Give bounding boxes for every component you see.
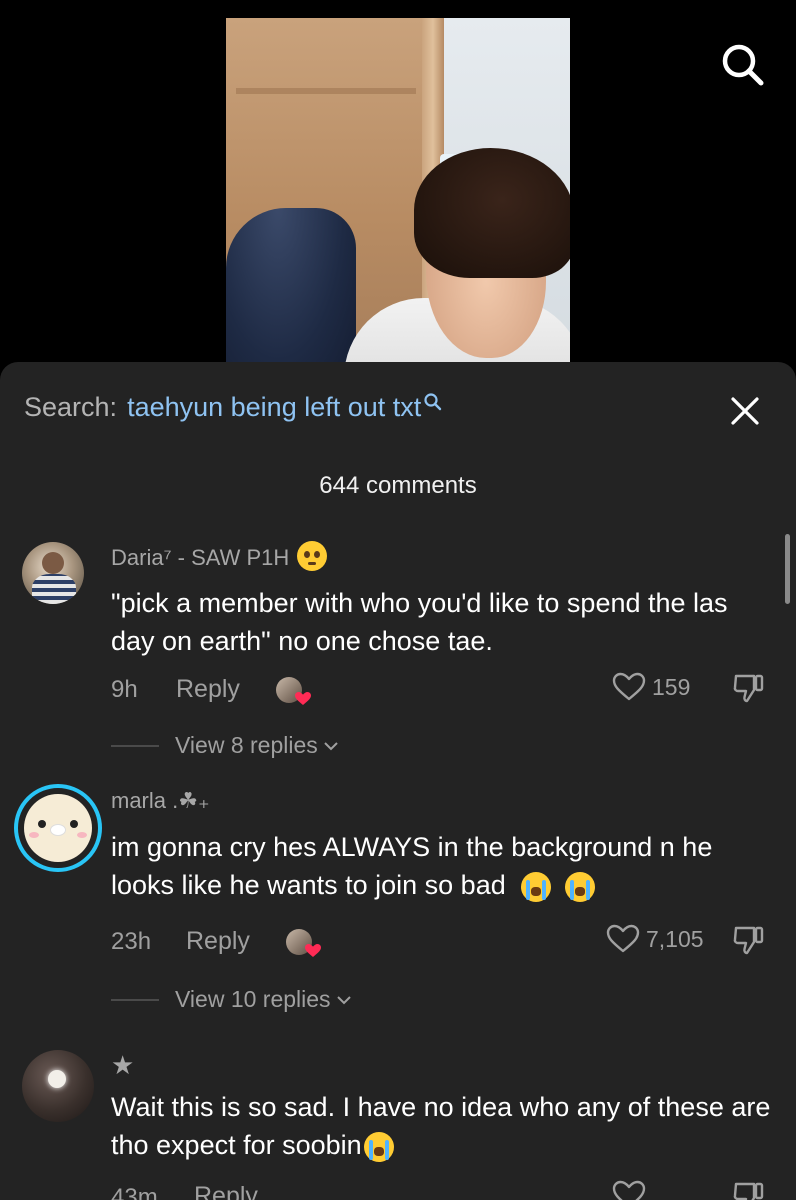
comment-text: im gonna cry hes ALWAYS in the backgroun… — [111, 828, 781, 904]
heart-outline-icon — [612, 672, 646, 701]
search-icon[interactable] — [718, 40, 766, 88]
heart-outline-icon — [606, 924, 640, 953]
view-replies-line — [111, 998, 159, 1001]
comment-time: 23h — [111, 928, 152, 955]
loudly-crying-face-emoji-icon — [564, 871, 595, 902]
loudly-crying-face-emoji-icon — [363, 1131, 394, 1162]
username-text: Daria⁷ - SAW P1H — [111, 544, 290, 570]
avatar[interactable] — [22, 542, 84, 604]
comment-text: Wait this is so sad. I have no idea who … — [111, 1088, 771, 1164]
thumbs-down-icon[interactable] — [732, 924, 766, 956]
avatar[interactable] — [22, 1050, 94, 1122]
avatar-story-ring[interactable] — [14, 784, 102, 872]
comment-time: 43m — [111, 1184, 158, 1200]
close-icon[interactable] — [728, 394, 762, 428]
scrollbar[interactable] — [785, 534, 790, 604]
view-replies-button[interactable]: View 10 replies — [111, 986, 351, 1013]
comments-count: 644 comments — [319, 472, 477, 499]
comments-sheet: Search: taehyun being left out txt 644 c… — [0, 362, 796, 1200]
video-area[interactable] — [0, 0, 796, 380]
pleading-face-emoji-icon — [297, 541, 328, 571]
thumbs-down-icon[interactable] — [732, 672, 766, 704]
video-person-hair — [414, 148, 570, 278]
comment-username[interactable]: ★ — [111, 1050, 134, 1081]
view-replies-button[interactable]: View 8 replies — [111, 732, 338, 759]
search-mini-icon — [424, 393, 442, 411]
thumbs-down-icon[interactable] — [732, 1180, 766, 1200]
heart-badge-icon — [305, 944, 321, 957]
view-replies-line — [111, 744, 159, 747]
chevron-down-icon — [324, 741, 338, 750]
search-label: Search: — [24, 392, 118, 422]
comment-text-content: im gonna cry hes ALWAYS in the backgroun… — [111, 832, 713, 900]
search-suggestion[interactable]: Search: taehyun being left out txt — [24, 392, 443, 432]
reply-button[interactable]: Reply — [194, 1182, 258, 1200]
comment-text-content: Wait this is so sad. I have no idea who … — [111, 1092, 771, 1160]
view-replies-text: View 10 replies — [175, 986, 331, 1012]
heart-outline-icon[interactable] — [612, 1180, 646, 1200]
comment-time: 9h — [111, 676, 138, 703]
comment-text: "pick a member with who you'd like to sp… — [111, 588, 728, 656]
video-board-line — [236, 88, 416, 94]
search-query-link[interactable]: taehyun being left out txt — [127, 392, 421, 423]
view-replies-text: View 8 replies — [175, 732, 318, 758]
comment-username[interactable]: marla .☘︎₊ — [111, 788, 210, 814]
chevron-down-icon — [336, 995, 351, 1004]
loudly-crying-face-emoji-icon — [521, 871, 552, 902]
reply-button[interactable]: Reply — [186, 927, 250, 956]
video-thumbnail[interactable] — [226, 18, 570, 380]
like-count: 159 — [652, 673, 691, 700]
like-button[interactable]: 7,105 — [606, 924, 704, 954]
like-button[interactable]: 159 — [612, 672, 690, 702]
heart-badge-icon — [295, 692, 311, 705]
comment-username[interactable]: Daria⁷ - SAW P1H — [111, 541, 328, 574]
like-count: 7,105 — [646, 925, 704, 952]
reply-button[interactable]: Reply — [176, 675, 240, 704]
video-person-left — [226, 208, 356, 380]
